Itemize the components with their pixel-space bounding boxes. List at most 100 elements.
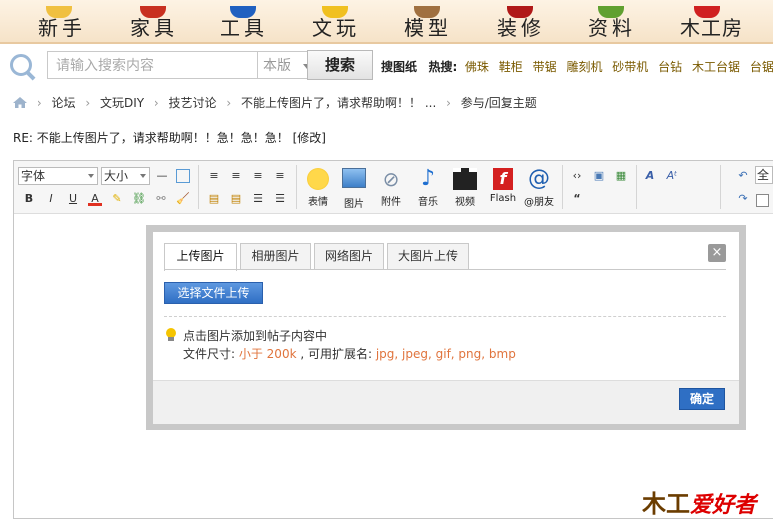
tab-underline bbox=[164, 269, 726, 270]
ordered-list-icon[interactable]: ☰ bbox=[251, 192, 265, 206]
tool-label: 视频 bbox=[455, 197, 475, 208]
bold-icon[interactable]: B bbox=[22, 192, 36, 206]
nav-label: 文玩 bbox=[312, 16, 360, 40]
clear-format-icon[interactable]: 🧹 bbox=[176, 192, 190, 206]
breadcrumb-item[interactable]: 论坛 bbox=[51, 96, 75, 110]
confirm-button[interactable]: 确定 bbox=[679, 388, 725, 410]
logo-aihao: 爱好者 bbox=[690, 493, 757, 518]
nav-item-resources[interactable]: 资料 bbox=[588, 6, 636, 41]
paperclip-icon: ⊘ bbox=[382, 167, 400, 191]
quote-icon[interactable]: “ bbox=[570, 192, 584, 206]
hot-term[interactable]: 木工台锯 bbox=[692, 60, 740, 74]
home-icon[interactable] bbox=[13, 97, 27, 108]
logo-wood: 木工 bbox=[642, 489, 690, 518]
redo-icon[interactable]: ↷ bbox=[736, 192, 750, 206]
choose-file-button[interactable]: 选择文件上传 bbox=[164, 282, 263, 304]
tool-label: 表情 bbox=[308, 197, 328, 208]
image-search-link[interactable]: 搜图纸 bbox=[381, 60, 417, 74]
nav-label: 工具 bbox=[220, 16, 268, 40]
breadcrumb-separator: › bbox=[226, 96, 232, 110]
toolbar-divider bbox=[720, 165, 721, 209]
close-icon[interactable]: × bbox=[708, 244, 726, 262]
toolbar-divider bbox=[562, 165, 563, 209]
underline-icon[interactable]: U bbox=[66, 192, 80, 206]
film-icon bbox=[453, 168, 477, 190]
site-logo: 木工爱好者 bbox=[642, 484, 756, 519]
nav-item-workshop[interactable]: 木工房 bbox=[680, 6, 743, 41]
float-right-icon[interactable]: ▤ bbox=[229, 192, 243, 206]
search-input[interactable]: 请输入搜索内容 bbox=[47, 51, 257, 79]
align-center-icon[interactable]: ≡ bbox=[229, 169, 243, 183]
nav-item-furniture[interactable]: 家具 bbox=[130, 6, 178, 41]
breadcrumb-item[interactable]: 文玩DIY bbox=[100, 96, 144, 110]
tool-label: 附件 bbox=[381, 197, 401, 208]
size-value: 小于 200k bbox=[238, 347, 297, 361]
ext-value: jpg, jpeg, gif, png, bmp bbox=[375, 347, 516, 361]
highlight-icon[interactable]: ✎ bbox=[110, 192, 124, 206]
tab-large-image-upload[interactable]: 大图片上传 bbox=[387, 243, 469, 269]
size-label: 文件尺寸: bbox=[183, 347, 239, 361]
size-select-label: 大小 bbox=[104, 169, 129, 183]
search-button[interactable]: 搜索 bbox=[307, 50, 373, 80]
tool-label: 音乐 bbox=[418, 197, 438, 208]
tab-web-image[interactable]: 网络图片 bbox=[314, 243, 384, 269]
breadcrumb-item[interactable]: 技艺讨论 bbox=[169, 96, 217, 110]
font-color-icon[interactable]: A bbox=[88, 192, 102, 206]
hot-term[interactable]: 台钻 bbox=[658, 60, 682, 74]
table-icon[interactable] bbox=[176, 169, 190, 183]
breadcrumb-separator: › bbox=[36, 96, 42, 110]
picture-icon bbox=[342, 168, 366, 188]
breadcrumb-separator: › bbox=[85, 96, 91, 110]
nav-label: 家具 bbox=[130, 16, 178, 40]
upload-limits: 文件尺寸: 小于 200k , 可用扩展名: jpg, jpeg, gif, p… bbox=[183, 345, 516, 362]
emoticon-button[interactable]: 表情 bbox=[303, 168, 333, 208]
smiley-icon bbox=[307, 168, 329, 190]
insert-image-icon[interactable]: ▦ bbox=[614, 169, 628, 183]
nav-item-tools[interactable]: 工具 bbox=[220, 6, 268, 41]
font-family-select[interactable]: 字体 bbox=[18, 167, 98, 185]
hot-term[interactable]: 带锯 bbox=[533, 60, 557, 74]
tab-upload-image[interactable]: 上传图片 bbox=[164, 243, 237, 271]
hot-term[interactable]: 砂带机 bbox=[612, 60, 648, 74]
image-button[interactable]: 图片 bbox=[340, 168, 368, 210]
reply-title: RE: 不能上传图片了，请求帮助啊！！急！急！急！ [修改] bbox=[13, 131, 326, 145]
horizontal-rule-icon[interactable]: — bbox=[155, 169, 169, 183]
link-icon[interactable]: ⛓ bbox=[132, 192, 146, 206]
fullscreen-toggle[interactable]: 全 bbox=[755, 166, 773, 184]
nav-item-newbie[interactable]: 新手 bbox=[38, 6, 86, 41]
toolbar-divider bbox=[296, 165, 297, 209]
dialog-divider bbox=[164, 316, 726, 317]
align-right-icon[interactable]: ≡ bbox=[251, 169, 265, 183]
hot-term[interactable]: 鞋柜 bbox=[499, 60, 523, 74]
font-style-icon[interactable]: A bbox=[643, 169, 657, 183]
attachment-button[interactable]: ⊘ 附件 bbox=[377, 168, 405, 208]
align-justify-icon[interactable]: ≡ bbox=[273, 169, 287, 183]
flash-button[interactable]: f Flash bbox=[488, 168, 518, 204]
mention-button[interactable]: @ @朋友 bbox=[522, 168, 556, 209]
font-superscript-icon[interactable]: Aᵗ bbox=[665, 169, 679, 183]
quote-box-icon[interactable]: ▣ bbox=[592, 169, 606, 183]
video-button[interactable]: 视频 bbox=[450, 168, 480, 208]
unordered-list-icon[interactable]: ☰ bbox=[273, 192, 287, 206]
hot-term[interactable]: 台锯 bbox=[750, 60, 773, 74]
font-size-select[interactable]: 大小 bbox=[101, 167, 150, 185]
unlink-icon[interactable]: ⚯ bbox=[154, 192, 168, 206]
mode-checkbox[interactable] bbox=[756, 194, 769, 207]
breadcrumb-separator: › bbox=[153, 96, 159, 110]
ext-label: , 可用扩展名: bbox=[296, 347, 376, 361]
nav-item-models[interactable]: 模型 bbox=[404, 6, 452, 41]
nav-item-decoration[interactable]: 装修 bbox=[497, 6, 545, 41]
float-left-icon[interactable]: ▤ bbox=[207, 192, 221, 206]
nav-item-collectibles[interactable]: 文玩 bbox=[312, 6, 360, 41]
tab-album-image[interactable]: 相册图片 bbox=[240, 243, 311, 269]
undo-icon[interactable]: ↶ bbox=[736, 169, 750, 183]
breadcrumb-item[interactable]: 不能上传图片了，请求帮助啊！！ ... bbox=[241, 96, 436, 110]
hot-term[interactable]: 雕刻机 bbox=[566, 60, 602, 74]
chevron-down-icon bbox=[88, 174, 94, 178]
music-button[interactable]: ♪ 音乐 bbox=[414, 168, 442, 209]
align-left-icon[interactable]: ≡ bbox=[207, 169, 221, 183]
italic-icon[interactable]: I bbox=[44, 192, 58, 206]
upload-tip: 点击图片添加到帖子内容中 bbox=[183, 329, 328, 343]
hot-term[interactable]: 佛珠 bbox=[465, 60, 489, 74]
code-icon[interactable]: ‹› bbox=[570, 169, 584, 183]
